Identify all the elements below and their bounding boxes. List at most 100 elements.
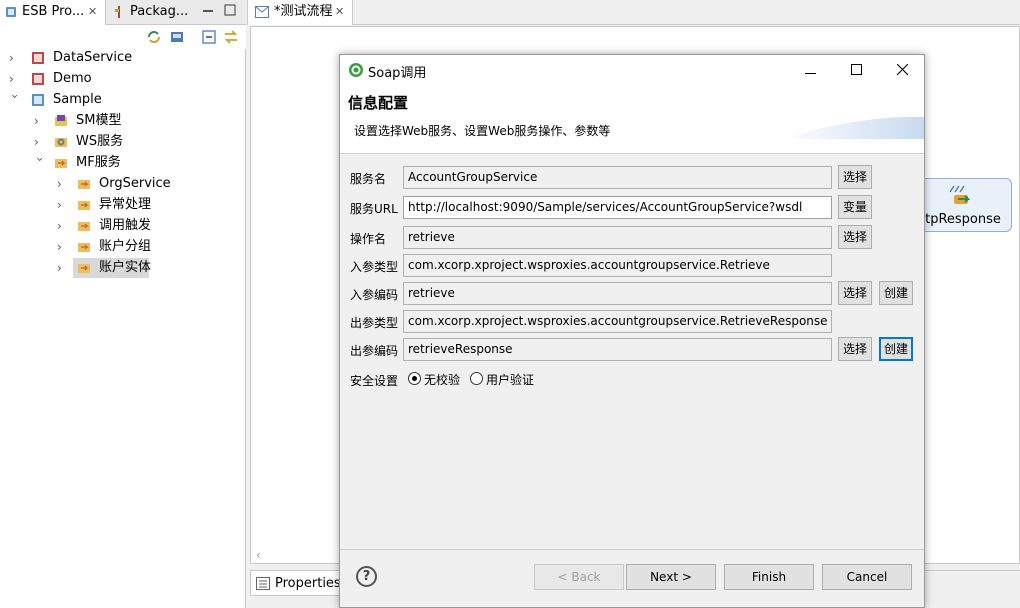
tab-test-flow[interactable]: *测试流程 ✕ [247, 0, 353, 25]
finish-button[interactable]: Finish [724, 564, 814, 590]
dialog-header: 信息配置 设置选择Web服务、设置Web服务操作、参数等 [340, 85, 924, 154]
input-encoding-field[interactable]: retrieve [403, 282, 832, 305]
expand-arrow-icon[interactable]: › [57, 216, 69, 236]
create-output-encoding-button[interactable]: 创建 [879, 337, 913, 361]
expand-arrow-icon[interactable]: › [34, 111, 46, 131]
http-response-icon [949, 185, 971, 204]
tree-label: 账户分组 [99, 239, 152, 254]
tab-properties[interactable]: Properties [250, 570, 341, 596]
collapse-all-icon[interactable] [201, 29, 217, 45]
soap-invoke-dialog: Soap调用 信息配置 设置选择Web服务、设置Web服务操作、参数等 服务名 … [339, 54, 925, 608]
close-icon[interactable]: ✕ [88, 0, 97, 24]
create-input-encoding-button[interactable]: 创建 [879, 281, 913, 305]
back-button[interactable]: < Back [534, 564, 624, 590]
next-button[interactable]: Next > [626, 564, 716, 590]
tree-label: MF服务 [76, 155, 121, 170]
expand-arrow-icon[interactable]: › [57, 174, 69, 194]
flow-folder-icon [78, 180, 90, 189]
footer-divider [340, 549, 924, 550]
service-url-field[interactable]: http://localhost:9090/Sample/services/Ac… [403, 196, 832, 219]
tree-item-sample[interactable]: › Sample [0, 90, 245, 110]
maximize-icon[interactable] [223, 3, 237, 17]
radio-label: 用户验证 [486, 373, 535, 387]
minimize-icon[interactable] [201, 3, 215, 17]
soap-icon [349, 63, 363, 77]
radio-no-verification[interactable]: 无校验 [408, 372, 468, 387]
output-type-field[interactable]: com.xcorp.xproject.wsproxies.accountgrou… [403, 310, 832, 333]
tree-item-demo[interactable]: › Demo [0, 69, 245, 89]
service-name-field[interactable]: AccountGroupService [403, 166, 832, 189]
tree-label: OrgService [99, 176, 171, 191]
expand-arrow-icon[interactable]: › [57, 237, 69, 257]
refresh-icon[interactable] [146, 29, 162, 45]
radio-icon [408, 372, 421, 385]
link-editor-icon[interactable] [223, 29, 239, 45]
tab-esb-project[interactable]: ESB Pro... ✕ [0, 0, 106, 25]
properties-icon [256, 577, 270, 590]
tree-label: WS服务 [76, 134, 124, 149]
select-operation-button[interactable]: 选择 [838, 225, 872, 249]
expand-arrow-icon[interactable]: › [9, 48, 21, 68]
field-label: 服务URL [350, 202, 398, 216]
tree-label: 账户实体 [99, 260, 152, 275]
tree-label: 异常处理 [99, 197, 152, 212]
output-encoding-field[interactable]: retrieveResponse [403, 338, 832, 361]
project-icon [32, 94, 44, 106]
tree-item-sm-model[interactable]: › SM模型 [0, 111, 245, 131]
left-tab-bar: ESB Pro... ✕ Packag... [0, 0, 246, 25]
expand-arrow-icon[interactable]: › [57, 195, 69, 215]
expand-arrow-icon[interactable]: › [57, 258, 69, 278]
help-icon[interactable]: ? [356, 566, 377, 587]
close-icon[interactable]: ✕ [335, 0, 344, 24]
left-toolbar [0, 25, 246, 49]
cancel-button[interactable]: Cancel [822, 564, 912, 590]
field-label: 服务名 [350, 172, 387, 186]
flow-folder-icon [78, 201, 90, 210]
header-title: 信息配置 [348, 94, 409, 112]
field-label: 入参类型 [350, 260, 399, 274]
maximize-button[interactable] [833, 55, 879, 85]
minimize-icon [804, 73, 816, 74]
expand-arrow-icon[interactable]: › [34, 132, 46, 152]
select-output-encoding-button[interactable]: 选择 [838, 337, 872, 361]
scroll-left-icon[interactable]: ‹ [256, 548, 261, 562]
header-banner-graphic [780, 116, 924, 139]
tree-item-account-group[interactable]: › 账户分组 [0, 237, 245, 257]
dialog-title: Soap调用 [368, 66, 427, 81]
project-icon [32, 52, 44, 64]
field-label: 出参编码 [350, 344, 399, 358]
flow-folder-icon [78, 222, 90, 231]
tree-item-invoke-trigger[interactable]: › 调用触发 [0, 216, 245, 236]
radio-label: 无校验 [424, 373, 461, 387]
project-icon [32, 73, 44, 85]
tree-label: 调用触发 [99, 218, 152, 233]
collapse-arrow-icon[interactable]: › [30, 157, 50, 169]
close-icon [896, 63, 908, 76]
radio-user-verification[interactable]: 用户验证 [470, 372, 540, 387]
select-service-button[interactable]: 选择 [838, 165, 872, 189]
package-icon [115, 6, 120, 18]
tree-item-orgservice[interactable]: › OrgService [0, 174, 245, 194]
tab-label: Properties [275, 576, 341, 591]
model-folder-icon [55, 115, 67, 126]
tree-item-mf-service[interactable]: › MF服务 [0, 153, 245, 173]
url-variable-button[interactable]: 变量 [838, 195, 872, 219]
deploy-icon[interactable] [169, 29, 185, 45]
input-type-field[interactable]: com.xcorp.xproject.wsproxies.accountgrou… [403, 254, 832, 277]
expand-arrow-icon[interactable]: › [9, 69, 21, 89]
tree-item-dataservice[interactable]: › DataService [0, 48, 245, 68]
minimize-button[interactable] [787, 55, 833, 85]
close-button[interactable] [879, 55, 925, 85]
tree-item-account-entity[interactable]: › 账户实体 [0, 258, 245, 278]
operation-name-field[interactable]: retrieve [403, 226, 832, 249]
select-input-encoding-button[interactable]: 选择 [838, 281, 872, 305]
tree-label: Sample [53, 92, 102, 107]
maximize-icon [850, 64, 862, 75]
tree-item-ws-service[interactable]: › WS服务 [0, 132, 245, 152]
flow-folder-icon [78, 243, 90, 252]
header-description: 设置选择Web服务、设置Web服务操作、参数等 [354, 124, 611, 138]
collapse-arrow-icon[interactable]: › [5, 94, 25, 106]
project-icon [6, 7, 16, 17]
tree-item-exception-handling[interactable]: › 异常处理 [0, 195, 245, 215]
tab-package[interactable]: Packag... [108, 0, 192, 25]
